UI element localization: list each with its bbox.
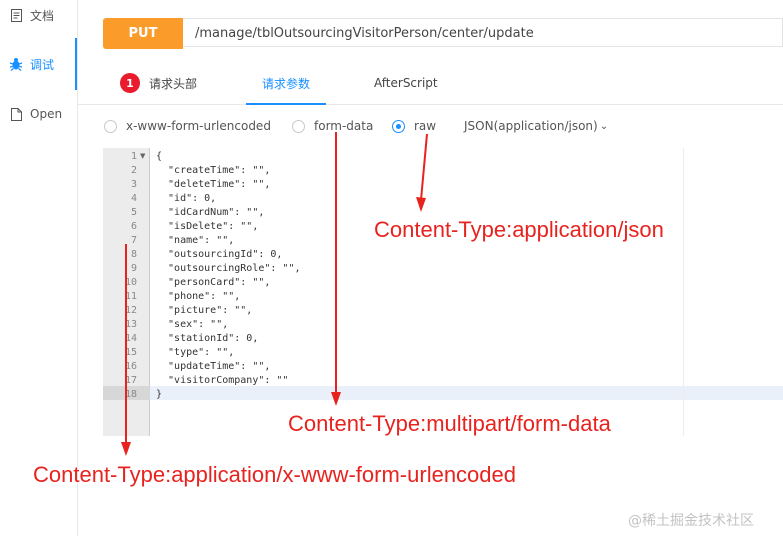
- editor-divider: [683, 148, 684, 436]
- tab-label: 请求头部: [149, 76, 198, 91]
- annotation-form-data: Content-Type:multipart/form-data: [288, 411, 611, 436]
- raw-format-select[interactable]: JSON(application/json) ⌄: [464, 117, 608, 135]
- code-line[interactable]: "updateTime": "",: [156, 360, 270, 374]
- header-count-badge: 1: [120, 73, 140, 93]
- request-tabs: 1 请求头部 请求参数 AfterScript: [77, 62, 783, 105]
- line-number: 16: [124, 361, 137, 372]
- code-line[interactable]: "id": 0,: [156, 192, 216, 206]
- code-line[interactable]: }: [156, 388, 162, 402]
- code-line[interactable]: "name": "",: [156, 234, 234, 248]
- sidebar: 文档 调试 Open: [0, 0, 78, 536]
- tab-params[interactable]: 请求参数: [246, 62, 326, 105]
- line-number: 12: [124, 305, 137, 316]
- code-line[interactable]: "visitorCompany": "": [156, 374, 288, 388]
- chevron-down-icon: ⌄: [599, 120, 609, 132]
- radio-label: form-data: [314, 119, 374, 133]
- sidebar-item-debug[interactable]: 调试: [0, 38, 77, 90]
- tab-afterscript[interactable]: AfterScript: [374, 62, 438, 104]
- code-line[interactable]: "stationId": 0,: [156, 332, 258, 346]
- code-line[interactable]: "phone": "",: [156, 290, 240, 304]
- code-line[interactable]: "picture": "",: [156, 304, 252, 318]
- annotation-urlencoded: Content-Type:application/x-www-form-urle…: [33, 462, 516, 487]
- radio-form-data[interactable]: form-data: [292, 117, 373, 135]
- code-line[interactable]: "isDelete": "",: [156, 220, 258, 234]
- code-line[interactable]: {: [156, 150, 162, 164]
- code-editor[interactable]: ▼ 1 2 3 4 5 6 7 8 9 10 11 12 13 14 15 16 17 18 { "createT…: [103, 148, 783, 436]
- line-number: 1: [130, 151, 137, 162]
- line-number: 6: [130, 221, 137, 232]
- tab-headers[interactable]: 1 请求头部: [120, 62, 197, 104]
- code-line[interactable]: "createTime": "",: [156, 164, 270, 178]
- line-number: 5: [130, 207, 137, 218]
- line-number: 2: [130, 165, 137, 176]
- line-number: 10: [124, 277, 137, 288]
- code-line[interactable]: "sex": "",: [156, 318, 228, 332]
- annotation-json: Content-Type:application/json: [374, 217, 664, 242]
- code-line[interactable]: "outsourcingRole": "",: [156, 262, 300, 276]
- line-number: 3: [130, 179, 137, 190]
- sidebar-item-label: 文档: [30, 8, 55, 23]
- code-line[interactable]: "type": "",: [156, 346, 234, 360]
- radio-circle[interactable]: [292, 119, 305, 133]
- line-number: 11: [124, 291, 137, 302]
- line-number: 15: [124, 347, 137, 358]
- http-method-button[interactable]: PUT: [103, 18, 183, 49]
- document-icon: [8, 8, 24, 22]
- sidebar-item-docs[interactable]: 文档: [0, 3, 77, 27]
- sidebar-item-label: 调试: [30, 57, 55, 72]
- select-value: JSON(application/json): [464, 119, 598, 133]
- code-line[interactable]: "deleteTime": "",: [156, 178, 270, 192]
- file-icon: [8, 107, 24, 121]
- line-number: 18: [124, 389, 137, 400]
- tab-label: 请求参数: [261, 76, 310, 91]
- tab-label: AfterScript: [374, 76, 438, 90]
- radio-circle[interactable]: [104, 119, 117, 133]
- fold-arrow-icon[interactable]: ▼: [140, 152, 145, 160]
- code-line[interactable]: "outsourcingId": 0,: [156, 248, 282, 262]
- line-number: 4: [130, 193, 137, 204]
- line-number: 7: [130, 235, 137, 246]
- radio-raw[interactable]: raw: [392, 117, 436, 135]
- sidebar-item-open[interactable]: Open: [0, 102, 77, 126]
- code-line[interactable]: "personCard": "",: [156, 276, 270, 290]
- radio-label: raw: [414, 119, 437, 133]
- line-number: 8: [130, 249, 137, 260]
- bug-icon: [8, 57, 24, 71]
- line-number: 13: [124, 319, 137, 330]
- sidebar-item-label: Open: [30, 107, 63, 121]
- line-number: 9: [130, 263, 137, 274]
- radio-urlencoded[interactable]: x-www-form-urlencoded: [104, 117, 271, 135]
- radio-label: x-www-form-urlencoded: [126, 119, 271, 133]
- line-number: 17: [124, 375, 137, 386]
- active-line-highlight: [103, 386, 783, 400]
- code-line[interactable]: "idCardNum": "",: [156, 206, 264, 220]
- url-input[interactable]: /manage/tblOutsourcingVisitorPerson/cent…: [183, 18, 783, 47]
- watermark: @稀土掘金技术社区: [628, 513, 754, 529]
- line-number: 14: [124, 333, 137, 344]
- radio-circle[interactable]: [392, 119, 405, 133]
